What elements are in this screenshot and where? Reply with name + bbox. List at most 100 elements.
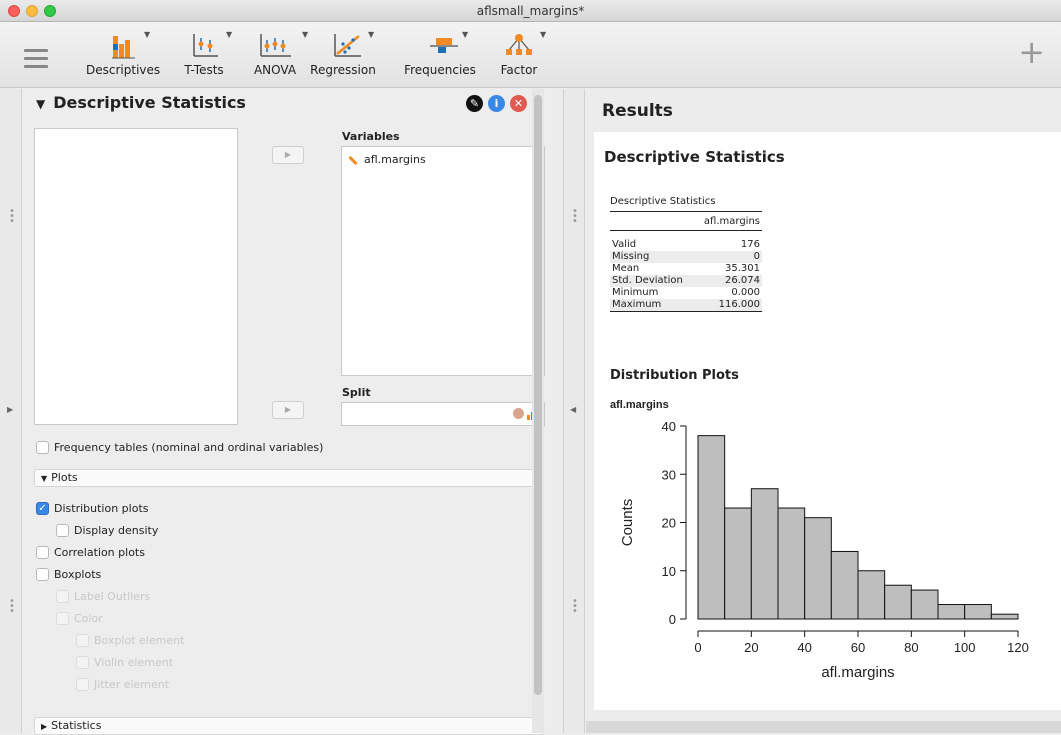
row-label: Maximum: [612, 299, 662, 310]
drag-handle-icon[interactable]: • • •: [9, 207, 15, 227]
factor-icon: ▼: [494, 30, 546, 60]
x-tick-label: 80: [904, 640, 918, 655]
label-outliers-checkbox[interactable]: [56, 590, 69, 603]
close-window-button[interactable]: [8, 5, 20, 17]
distribution-plots-label: Distribution plots: [54, 502, 149, 515]
ribbon: ▼ Descriptives ▼ T-Tests ▼ ANOVA ▼ Regre…: [0, 22, 1061, 88]
factor-button[interactable]: ▼ Factor: [494, 30, 547, 86]
histogram-bar: [777, 507, 806, 620]
histogram-bar: [884, 584, 912, 620]
move-to-variables-button[interactable]: ▶: [272, 146, 304, 164]
row-value: 0.000: [731, 287, 760, 298]
drag-handle-icon[interactable]: • • •: [572, 207, 578, 227]
move-to-split-button[interactable]: ▶: [272, 401, 304, 419]
t-tests-icon: ▼: [176, 30, 232, 60]
drag-handle-icon[interactable]: • • •: [9, 597, 15, 617]
variable-item[interactable]: afl.margins: [348, 153, 426, 166]
violin-element-checkbox[interactable]: [76, 656, 89, 669]
expand-left-icon[interactable]: ▶: [7, 405, 13, 414]
add-module-button[interactable]: +: [1018, 36, 1045, 68]
violin-element-label: Violin element: [94, 656, 174, 669]
regression-button[interactable]: ▼ Regression: [308, 30, 378, 86]
descriptive-stats-table[interactable]: Descriptive Statistics afl.margins Valid…: [610, 196, 762, 312]
variables-list[interactable]: afl.margins: [341, 146, 545, 376]
x-tick-label: 40: [797, 640, 811, 655]
scale-variable-icon: [348, 155, 358, 165]
boxplots-label: Boxplots: [54, 568, 102, 581]
collapse-right-icon[interactable]: ◀: [570, 405, 576, 414]
plots-section-header[interactable]: ▼ Plots: [34, 469, 544, 487]
anova-button[interactable]: ▼ ANOVA: [250, 30, 308, 86]
histogram-bar: [697, 435, 726, 620]
x-tick-label: 20: [744, 640, 758, 655]
menu-icon[interactable]: [24, 49, 48, 73]
row-value: 116.000: [718, 299, 760, 310]
jitter-element-checkbox[interactable]: [76, 678, 89, 691]
histogram-chart[interactable]: afl.margins 0 20 40 60 80 100 120 0 10 20 30 40 Cou…: [594, 394, 1044, 694]
info-icon[interactable]: i: [488, 95, 505, 112]
collapsed-triangle-icon: ▶: [41, 722, 48, 731]
row-label: Std. Deviation: [612, 275, 683, 286]
row-label: Mean: [612, 263, 640, 274]
results-heading[interactable]: Descriptive Statistics: [604, 148, 785, 166]
y-axis-label: Counts: [619, 499, 636, 547]
statistics-section-header[interactable]: ▶ Statistics: [34, 717, 544, 735]
t-tests-button[interactable]: ▼ T-Tests: [176, 30, 232, 86]
frequency-tables-label: Frequency tables (nominal and ordinal va…: [54, 441, 324, 454]
table-row: Mean 35.301: [610, 263, 762, 275]
boxplot-element-checkbox[interactable]: [76, 634, 89, 647]
histogram-bar: [804, 517, 832, 620]
frequencies-button[interactable]: ▼ Frequencies: [402, 30, 478, 86]
window-title: aflsmall_margins*: [476, 4, 585, 18]
jitter-element-label: Jitter element: [94, 678, 170, 691]
row-label: Missing: [612, 251, 650, 262]
histogram-bar: [724, 507, 752, 620]
left-collapse-strip[interactable]: • • • ▶ • • •: [0, 89, 22, 733]
boxplots-checkbox[interactable]: [36, 568, 49, 581]
distribution-plots-heading[interactable]: Distribution Plots: [610, 368, 739, 383]
results-title: Results: [602, 101, 673, 121]
distribution-plots-checkbox[interactable]: ✓: [36, 502, 49, 515]
descriptives-icon: ▼: [86, 30, 160, 60]
histogram-bar: [750, 488, 779, 620]
row-value: 0: [753, 251, 760, 262]
nominal-ordinal-icon: [513, 408, 524, 419]
x-tick-label: 120: [1007, 640, 1029, 655]
descriptives-button[interactable]: ▼ Descriptives: [86, 30, 160, 86]
table-row: Minimum 0.000: [610, 287, 762, 299]
split-field[interactable]: [341, 402, 545, 426]
minimize-window-button[interactable]: [26, 5, 38, 17]
results-body: Descriptive Statistics Descriptive Stati…: [594, 132, 1061, 710]
y-tick-label: 40: [662, 419, 676, 434]
label-outliers-label: Label Outliers: [74, 590, 151, 603]
edit-title-icon[interactable]: ✎: [466, 95, 483, 112]
regression-icon: ▼: [308, 30, 378, 60]
correlation-plots-label: Correlation plots: [54, 546, 145, 559]
row-value: 35.301: [725, 263, 760, 274]
color-checkbox[interactable]: [56, 612, 69, 625]
display-density-checkbox[interactable]: [56, 524, 69, 537]
split-label: Split: [342, 386, 371, 399]
results-pane: Results Descriptive Statistics Descripti…: [586, 89, 1061, 733]
variables-label: Variables: [342, 130, 400, 143]
table-row: Std. Deviation 26.074: [610, 275, 762, 287]
pane-divider[interactable]: • • • ◀ • • •: [563, 89, 585, 733]
table-caption: Descriptive Statistics: [610, 196, 716, 207]
y-tick-label: 0: [669, 612, 676, 627]
title-bar: aflsmall_margins*: [0, 0, 1061, 22]
row-label: Minimum: [612, 287, 659, 298]
correlation-plots-checkbox[interactable]: [36, 546, 49, 559]
frequency-tables-checkbox[interactable]: [36, 441, 49, 454]
close-analysis-icon[interactable]: ✕: [510, 95, 527, 112]
analysis-header[interactable]: ▼ Descriptive Statistics: [36, 93, 246, 112]
analysis-panel: ▼ Descriptive Statistics ✎ i ✕ ▶ Variables …: [22, 89, 552, 735]
table-row: Valid 176: [610, 239, 762, 251]
drag-handle-icon[interactable]: • • •: [572, 597, 578, 617]
boxplot-element-label: Boxplot element: [94, 634, 185, 647]
options-scrollbar-thumb[interactable]: [534, 95, 542, 695]
zoom-window-button[interactable]: [44, 5, 56, 17]
x-tick-label: 0: [694, 640, 701, 655]
source-variables-list[interactable]: [34, 128, 238, 425]
collapse-triangle-icon[interactable]: ▼: [36, 97, 45, 111]
histogram-bar: [964, 604, 992, 620]
